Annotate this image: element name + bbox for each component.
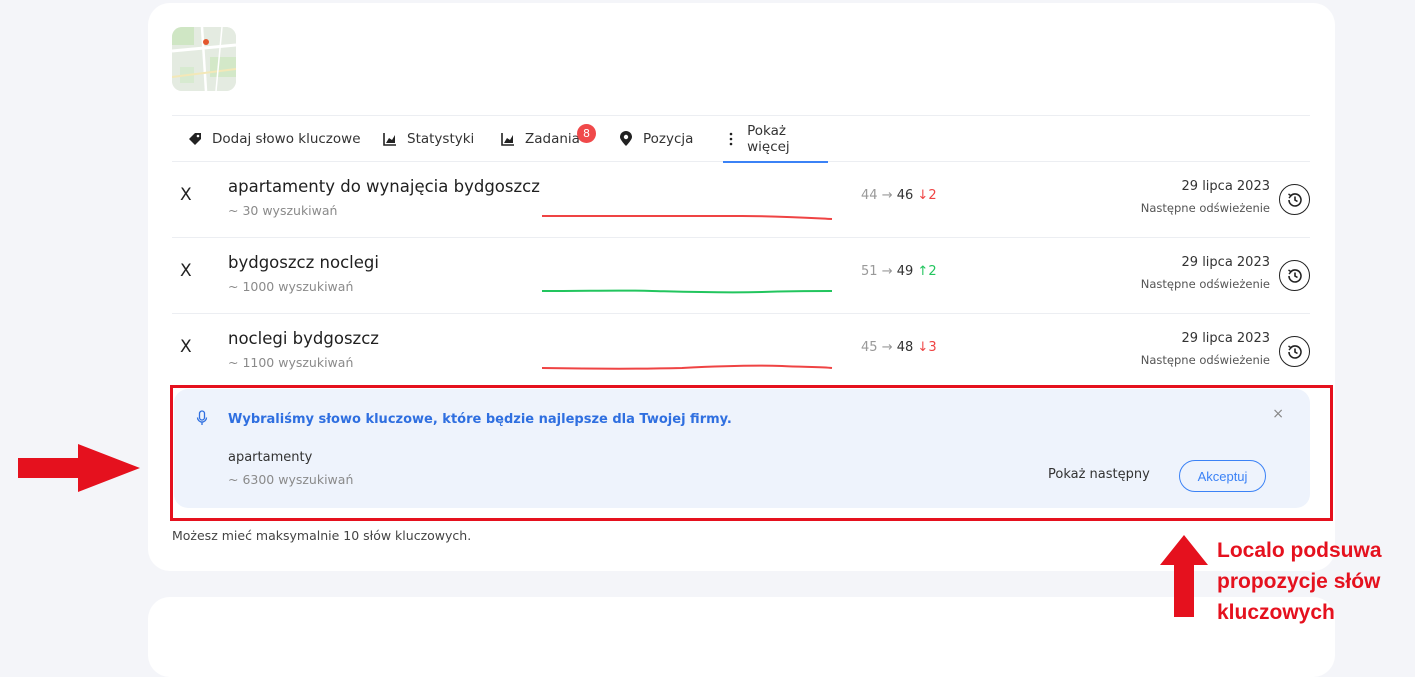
remove-keyword-button[interactable]: X: [180, 185, 192, 205]
tab-statistics[interactable]: Statystyki: [382, 116, 474, 162]
current-position: 46: [896, 188, 914, 203]
history-clock-icon[interactable]: [1279, 260, 1310, 291]
annotation-caption: Localo podsuwa propozycje słów kluczowyc…: [1217, 539, 1382, 624]
tab-label: Pokaż więcej: [747, 122, 790, 155]
annotation-arrow-right: [18, 444, 140, 492]
keyword-text: noclegi bydgoszcz: [228, 329, 379, 348]
keyword-limit-info: Możesz mieć maksymalnie 10 słów kluczowy…: [172, 528, 472, 543]
location-pin-icon: [618, 131, 634, 147]
previous-position: 51: [861, 264, 878, 279]
arrow-up-icon: ↑: [917, 264, 929, 279]
history-clock-icon[interactable]: [1279, 336, 1310, 367]
next-card: [148, 597, 1335, 677]
arrow-down-icon: ↓: [917, 340, 929, 355]
tasks-count-badge: 8: [577, 124, 596, 143]
tab-label: Dodaj słowo kluczowe: [212, 131, 361, 147]
tag-icon: [187, 131, 203, 147]
last-check-date: 29 lipca 2023: [1181, 331, 1270, 346]
position-change: 51 → 49 ↑2: [861, 264, 937, 279]
last-check-date: 29 lipca 2023: [1181, 179, 1270, 194]
position-change: 44 → 46 ↓2: [861, 188, 937, 203]
position-trend-sparkline: [542, 289, 833, 294]
annotation-highlight-box: [170, 385, 1333, 521]
tab-add-keyword[interactable]: Dodaj słowo kluczowe: [187, 116, 361, 162]
keyword-row: X noclegi bydgoszcz ~ 1100 wyszukiwań 45…: [172, 314, 1310, 390]
position-delta: 3: [928, 340, 937, 355]
keyword-row: X bydgoszcz noclegi ~ 1000 wyszukiwań 51…: [172, 238, 1310, 314]
current-position: 49: [896, 264, 914, 279]
annotation-arrow-up: [1160, 535, 1208, 617]
business-map-thumbnail: [172, 27, 236, 91]
position-change: 45 → 48 ↓3: [861, 340, 937, 355]
tab-position[interactable]: Pozycja: [618, 116, 693, 162]
position-trend-sparkline: [542, 215, 833, 220]
previous-position: 44: [861, 188, 878, 203]
last-check-date: 29 lipca 2023: [1181, 255, 1270, 270]
position-delta: 2: [928, 264, 937, 279]
next-refresh-label: Następne odświeżenie: [1140, 277, 1270, 291]
current-position: 48: [896, 340, 914, 355]
more-vertical-icon: [723, 131, 738, 147]
position-trend-sparkline: [542, 364, 833, 370]
keyword-row: X apartamenty do wynajęcia bydgoszcz ~ 3…: [172, 162, 1310, 238]
tab-label: Zadania: [525, 131, 580, 147]
chart-icon: [500, 131, 516, 147]
arrow-right-icon: →: [881, 188, 893, 203]
keyword-text: bydgoszcz noclegi: [228, 253, 379, 272]
next-refresh-label: Następne odświeżenie: [1140, 353, 1270, 367]
action-tabs: Dodaj słowo kluczowe Statystyki Zadania …: [172, 115, 1310, 163]
next-refresh-label: Następne odświeżenie: [1140, 201, 1270, 215]
position-delta: 2: [928, 188, 937, 203]
tab-show-more[interactable]: Pokaż więcej: [723, 116, 828, 163]
chart-icon: [382, 131, 398, 147]
arrow-down-icon: ↓: [917, 188, 929, 203]
arrow-right-icon: →: [881, 340, 893, 355]
arrow-right-icon: →: [881, 264, 893, 279]
tab-label: Pozycja: [643, 131, 694, 147]
keyword-text: apartamenty do wynajęcia bydgoszcz: [228, 177, 540, 196]
remove-keyword-button[interactable]: X: [180, 337, 192, 357]
previous-position: 45: [861, 340, 878, 355]
remove-keyword-button[interactable]: X: [180, 261, 192, 281]
search-volume: ~ 30 wyszukiwań: [228, 203, 338, 218]
history-clock-icon[interactable]: [1279, 184, 1310, 215]
search-volume: ~ 1100 wyszukiwań: [228, 355, 354, 370]
search-volume: ~ 1000 wyszukiwań: [228, 279, 354, 294]
tab-label: Statystyki: [407, 131, 475, 147]
tab-tasks[interactable]: Zadania 8: [500, 116, 610, 162]
